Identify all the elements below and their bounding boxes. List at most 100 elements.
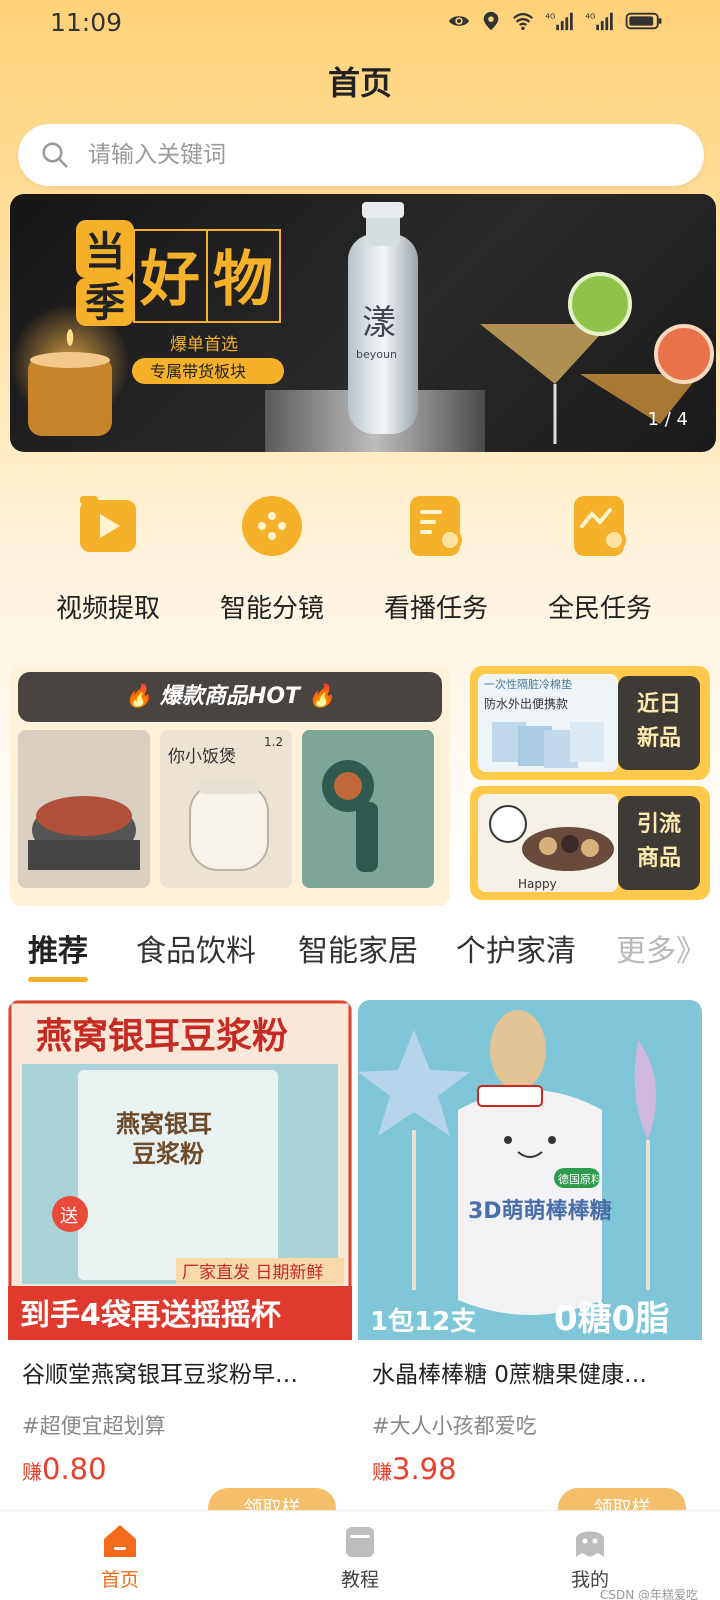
search-bar[interactable] (18, 124, 704, 186)
flame-icon: 🔥 (124, 684, 153, 709)
traffic-products-image: Happy (478, 794, 618, 892)
traffic-products-thumb: Happy (478, 794, 618, 892)
hot-product-thumb[interactable] (302, 730, 434, 888)
thumb-caption: 你小饭煲 (168, 747, 236, 767)
product-pack-text: 豆浆粉 (132, 1140, 204, 1168)
new-products-image: 一次性隔脏冷棉垫防水外出便携款 (478, 674, 618, 772)
hair-dryer-image (302, 730, 434, 888)
product-tag: #大人小孩都爱吃 (372, 1414, 537, 1438)
product-claim-text: 0糖0脂 (554, 1299, 669, 1339)
product-banner-text: 到手4袋再送摇摇杯 (20, 1298, 281, 1333)
status-icons: 4G 4G (448, 10, 664, 32)
tab-food-drinks[interactable]: 食品饮料 (136, 926, 256, 970)
product-earnings: 赚0.80 (22, 1452, 107, 1486)
hot-product-thumb[interactable] (18, 730, 150, 888)
signal-4g-icon: 4G (585, 11, 613, 31)
banner-carousel[interactable]: 漾 beyoun 当 季 好 物 爆单首选 专属带货板块 1 / 4 (10, 194, 716, 452)
banner-title-char: 当 (85, 229, 125, 275)
new-products-label: 近日 新品 (618, 676, 700, 770)
carousel-indicator: 1 / 4 (647, 409, 688, 430)
thumb-caption: Happy (518, 877, 557, 891)
battery-icon (625, 12, 662, 30)
tab-label: 食品饮料 (136, 934, 256, 969)
tutorial-icon (346, 1527, 374, 1557)
nav-label: 首页 (100, 1569, 139, 1591)
quick-menu-smart-storyboard[interactable]: 智能分镜 (192, 490, 352, 625)
rice-cooker-image: 你小饭煲 1.2 (160, 730, 292, 888)
product-count-text: 1包12支 (370, 1306, 476, 1337)
earn-value: 3.98 (392, 1452, 457, 1486)
watermark: CSDN @年糕爱吃 (599, 1588, 698, 1600)
product-note: 厂家直发 日期新鲜 (182, 1263, 323, 1283)
product-image: 燕窝银耳豆浆粉 燕窝银耳 豆浆粉 送 厂家直发 日期新鲜 到手4袋再送摇摇杯 (8, 1000, 352, 1340)
tab-smart-home[interactable]: 智能家居 (298, 926, 418, 970)
video-icon (80, 496, 136, 552)
new-products-thumb: 一次性隔脏冷棉垫 防水外出便携款 (478, 674, 618, 772)
lollipop-image: 德国原料 3D萌萌棒棒糖 1包12支 0糖0脂 (358, 1000, 702, 1340)
hot-products-header: 🔥 爆款商品HOT 🔥 (18, 672, 442, 722)
earn-label: 赚 (372, 1460, 392, 1484)
quick-menu-label: 全民任务 (547, 594, 652, 624)
hot-product-thumb[interactable]: 你小饭煲 1.2 (160, 730, 292, 888)
product-tag: #超便宜超划算 (22, 1414, 166, 1438)
tab-label: 个护家清 (456, 934, 576, 969)
product-card[interactable]: 燕窝银耳豆浆粉 燕窝银耳 豆浆粉 送 厂家直发 日期新鲜 到手4袋再送摇摇杯 谷… (8, 1000, 352, 1500)
bottle-brand: 漾 (362, 303, 396, 343)
quick-menu-watch-task[interactable]: 看播任务 (356, 490, 516, 625)
banner-image: 漾 beyoun 当 季 好 物 爆单首选 专属带货板块 (10, 202, 714, 452)
tab-label: 更多》 (616, 934, 706, 969)
product-card[interactable]: 德国原料 3D萌萌棒棒糖 1包12支 0糖0脂 水晶棒棒糖 0蔗糖果健康… #大… (358, 1000, 702, 1500)
status-bar: 11:09 4G 4G (0, 0, 720, 46)
quick-menu-video-extract[interactable]: 视频提取 (28, 490, 188, 625)
tab-more[interactable]: 更多》 (616, 926, 706, 970)
wifi-icon (513, 12, 533, 30)
hot-pot-image (18, 730, 150, 888)
status-time: 11:09 (50, 8, 123, 37)
banner-subtitle: 爆单首选 (170, 335, 238, 355)
nav-home[interactable]: 首页 (60, 1521, 180, 1592)
promo-section: 🔥 爆款商品HOT 🔥 你小饭煲 1.2 一次性隔脏冷棉垫 防水外出便携款 近日 新… (10, 666, 710, 906)
tab-personal-care[interactable]: 个护家清 (456, 926, 576, 970)
new-products-card[interactable]: 一次性隔脏冷棉垫 防水外出便携款 近日 新品 (470, 666, 710, 780)
quick-menu: 视频提取 智能分镜 看播任务 全民任务 (0, 490, 720, 640)
network-label: 4G (545, 11, 556, 20)
nav-tutorial[interactable]: 教程 (300, 1521, 420, 1592)
product-title: 谷顺堂燕窝银耳豆浆粉早… (22, 1362, 298, 1388)
search-icon (42, 142, 68, 168)
category-tabs: 推荐 食品饮料 智能家居 个护家清 更多》 (0, 926, 720, 986)
traffic-products-card[interactable]: Happy 引流 商品 (470, 786, 710, 900)
quick-menu-label: 智能分镜 (219, 594, 324, 624)
task-chart-icon (574, 496, 626, 556)
banner-title-char: 季 (85, 280, 125, 326)
quick-menu-public-task[interactable]: 全民任务 (520, 490, 680, 625)
banner-title-char: 好 (139, 245, 200, 315)
tab-active-indicator (28, 977, 88, 982)
location-icon (483, 11, 499, 31)
nav-profile[interactable]: 我的 (530, 1521, 650, 1592)
thumb-caption: 1.2 (264, 735, 283, 749)
tab-label: 推荐 (28, 934, 88, 969)
banner-badge: 专属带货板块 (150, 362, 246, 381)
home-icon (104, 1525, 136, 1557)
quick-menu-label: 视频提取 (55, 594, 160, 624)
signal-4g-icon: 4G (545, 11, 573, 31)
product-pack-text: 燕窝银耳 (116, 1110, 212, 1138)
soy-milk-image: 燕窝银耳豆浆粉 燕窝银耳 豆浆粉 送 厂家直发 日期新鲜 到手4袋再送摇摇杯 (8, 1000, 352, 1340)
thumb-caption: 防水外出便携款 (484, 696, 568, 711)
title-bar: 首页 (0, 58, 720, 104)
earn-label: 赚 (22, 1460, 42, 1484)
product-earnings: 赚3.98 (372, 1452, 457, 1486)
thumb-banner: 一次性隔脏冷棉垫 (484, 677, 572, 691)
product-brand-tag: 德国原料 (558, 1172, 602, 1186)
hot-products-title: 爆款商品HOT (159, 684, 301, 709)
tab-recommend[interactable]: 推荐 (28, 926, 88, 982)
profile-icon (576, 1531, 604, 1557)
product-gift-badge: 送 (60, 1206, 78, 1227)
search-input[interactable] (88, 142, 648, 168)
traffic-products-label: 引流 商品 (618, 796, 700, 890)
product-image: 德国原料 3D萌萌棒棒糖 1包12支 0糖0脂 (358, 1000, 702, 1340)
page-title: 首页 (327, 64, 392, 102)
tab-label: 智能家居 (298, 934, 418, 969)
product-headline: 燕窝银耳豆浆粉 (36, 1016, 288, 1057)
hot-products-card[interactable]: 🔥 爆款商品HOT 🔥 你小饭煲 1.2 (10, 666, 450, 906)
